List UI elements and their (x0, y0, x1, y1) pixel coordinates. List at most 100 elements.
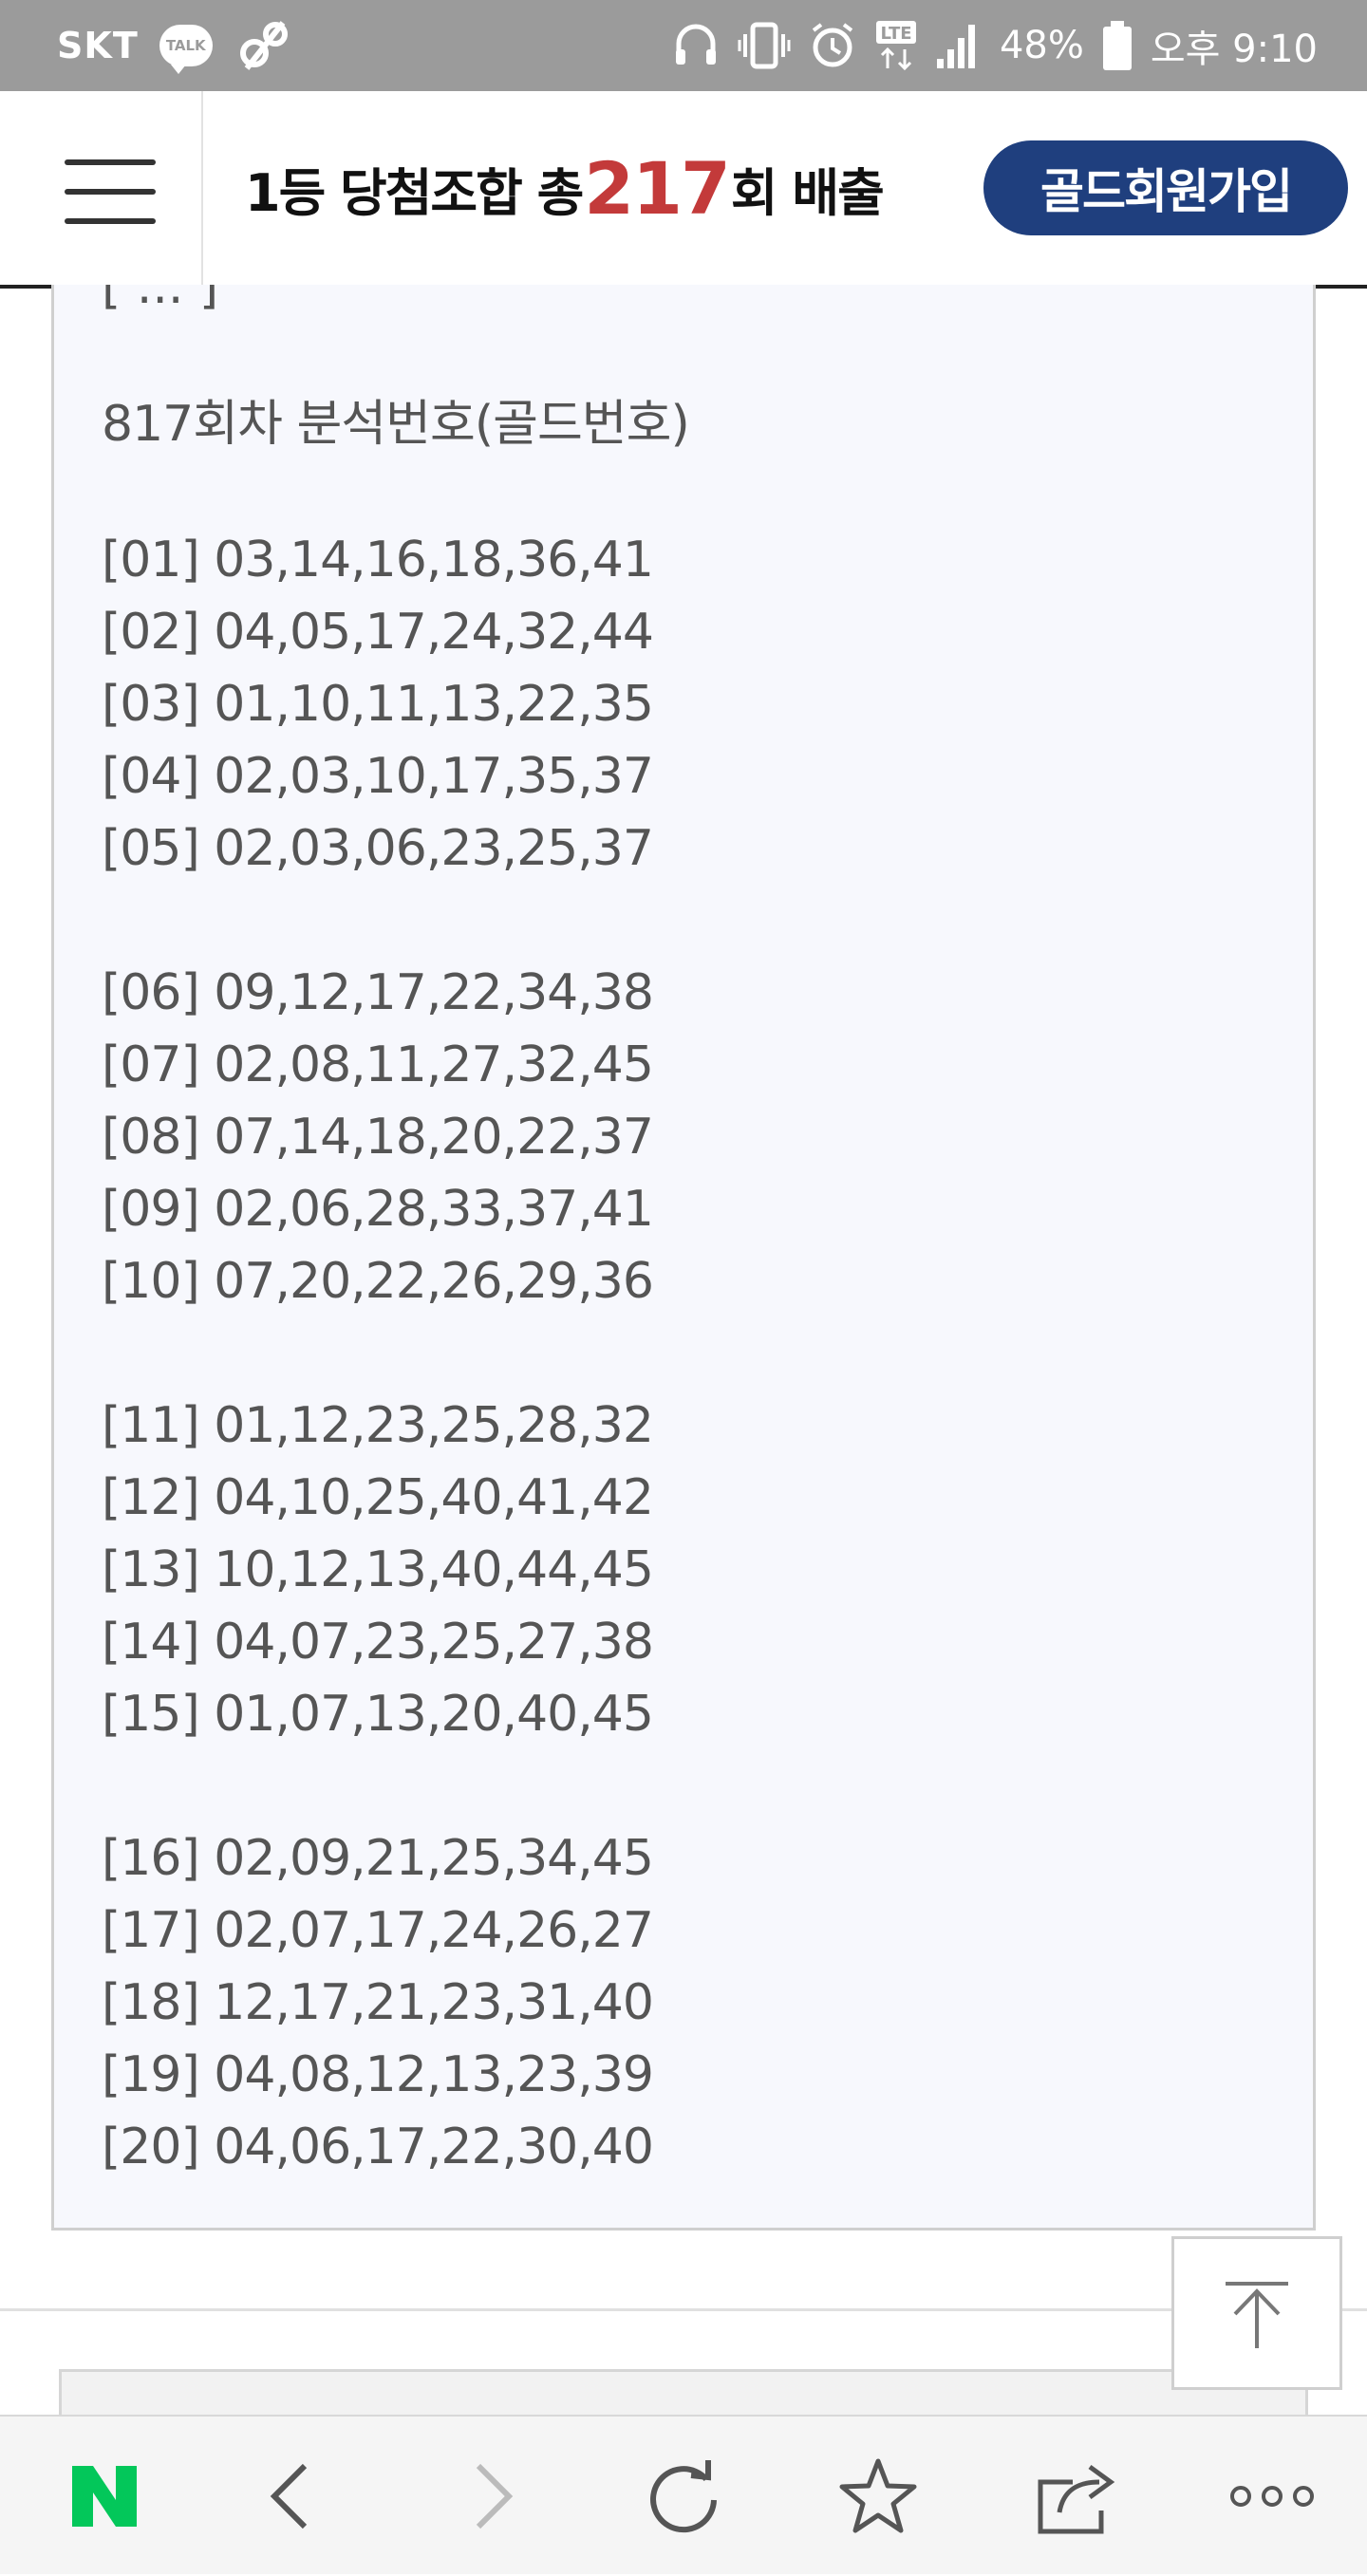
more-icon (1230, 2486, 1314, 2507)
naver-home-icon (72, 2466, 137, 2527)
number-row: [14] 04,07,23,25,27,38 (102, 1606, 654, 1678)
row-numbers: 02,03,06,23,25,37 (214, 820, 654, 877)
row-numbers: 04,06,17,22,30,40 (214, 2119, 654, 2175)
row-label: [13] (102, 1541, 200, 1598)
status-bar: SKT TALK LTE 48% 오후 9:10 (0, 0, 1367, 91)
number-row: [06] 09,12,17,22,34,38 (102, 957, 654, 1029)
title-prefix: 1등 당첨조합 총 (245, 162, 584, 223)
number-row: [11] 01,12,23,25,28,32 (102, 1390, 654, 1462)
row-label: [04] (102, 748, 200, 805)
number-row: [19] 04,08,12,13,23,39 (102, 2039, 654, 2111)
row-label: [09] (102, 1181, 200, 1238)
row-numbers: 04,05,17,24,32,44 (214, 604, 654, 661)
row-numbers: 02,07,17,24,26,27 (214, 1902, 654, 1959)
number-row: [02] 04,05,17,24,32,44 (102, 596, 654, 668)
row-label: [15] (102, 1686, 200, 1743)
battery-icon (1101, 19, 1133, 72)
back-icon (270, 2463, 308, 2529)
hamburger-menu-button[interactable] (65, 159, 156, 224)
row-label: [16] (102, 1830, 200, 1887)
number-row: [10] 07,20,22,26,29,36 (102, 1245, 654, 1317)
number-row: [16] 02,09,21,25,34,45 (102, 1822, 654, 1895)
header-divider (201, 91, 203, 285)
row-label: [07] (102, 1036, 200, 1093)
menu-bar-icon (65, 159, 156, 165)
number-row: [03] 01,10,11,13,22,35 (102, 668, 654, 740)
bookmark-button[interactable] (816, 2417, 940, 2576)
share-icon (1038, 2464, 1115, 2534)
vibrate-icon (738, 21, 791, 70)
clock: 오후 9:10 (1150, 28, 1318, 71)
row-numbers: 01,10,11,13,22,35 (214, 676, 654, 733)
signal-strength-icon (935, 21, 983, 70)
refresh-icon (650, 2460, 717, 2533)
bookmark-star-icon (839, 2458, 917, 2533)
section-divider (0, 2308, 1367, 2311)
kakaotalk-notification-icon: TALK (159, 25, 213, 74)
alarm-icon (808, 21, 857, 70)
forward-icon (476, 2463, 514, 2529)
lte-text: LTE (880, 24, 911, 44)
row-numbers: 02,09,21,25,34,45 (214, 1830, 654, 1887)
number-row: [20] 04,06,17,22,30,40 (102, 2111, 654, 2183)
row-numbers: 01,07,13,20,40,45 (214, 1686, 654, 1743)
number-row: [01] 03,14,16,18,36,41 (102, 524, 654, 596)
row-label: [01] (102, 532, 200, 588)
cut-off-text: [ ... ] (102, 285, 219, 315)
menu-bar-icon (65, 189, 156, 195)
share-button[interactable] (1016, 2417, 1139, 2576)
row-numbers: 04,08,12,13,23,39 (214, 2046, 654, 2103)
lte-icon: LTE (874, 19, 918, 72)
row-numbers: 03,14,16,18,36,41 (214, 532, 654, 588)
row-numbers: 09,12,17,22,34,38 (214, 964, 654, 1021)
row-numbers: 02,03,10,17,35,37 (214, 748, 654, 805)
row-label: [20] (102, 2119, 200, 2175)
mute-notification-icon (234, 15, 294, 76)
row-numbers: 07,20,22,26,29,36 (214, 1253, 654, 1310)
battery-percent: 48% (999, 24, 1084, 67)
gold-member-join-button[interactable]: 골드회원가입 (983, 140, 1348, 235)
row-label: [11] (102, 1397, 200, 1454)
number-row: [18] 12,17,21,23,31,40 (102, 1967, 654, 2039)
scroll-to-top-button[interactable] (1171, 2236, 1342, 2390)
number-group: [16] 02,09,21,25,34,45 [17] 02,07,17,24,2… (102, 1822, 654, 2183)
site-header: 1등 당첨조합 총 217 회 배출 골드회원가입 (0, 91, 1367, 289)
row-label: [17] (102, 1902, 200, 1959)
number-row: [12] 04,10,25,40,41,42 (102, 1462, 654, 1534)
row-numbers: 04,10,25,40,41,42 (214, 1469, 654, 1526)
row-label: [08] (102, 1109, 200, 1166)
number-row: [13] 10,12,13,40,44,45 (102, 1534, 654, 1606)
row-numbers: 02,06,28,33,37,41 (214, 1181, 654, 1238)
row-numbers: 12,17,21,23,31,40 (214, 1974, 654, 2031)
row-label: [02] (102, 604, 200, 661)
row-numbers: 02,08,11,27,32,45 (214, 1036, 654, 1093)
headset-icon (671, 21, 721, 70)
number-row: [04] 02,03,10,17,35,37 (102, 740, 654, 812)
forward-button[interactable] (432, 2417, 555, 2576)
number-row: [07] 02,08,11,27,32,45 (102, 1029, 654, 1101)
status-bar-left: SKT TALK (57, 0, 294, 91)
refresh-button[interactable] (622, 2417, 745, 2576)
number-group: [11] 01,12,23,25,28,32 [12] 04,10,25,40,4… (102, 1390, 654, 1750)
back-button[interactable] (228, 2417, 351, 2576)
naver-home-button[interactable] (38, 2417, 171, 2576)
talk-badge-text: TALK (165, 37, 206, 54)
row-numbers: 10,12,13,40,44,45 (214, 1541, 654, 1598)
row-label: [19] (102, 2046, 200, 2103)
winning-count: 217 (584, 145, 731, 231)
row-label: [05] (102, 820, 200, 877)
number-row: [17] 02,07,17,24,26,27 (102, 1895, 654, 1967)
row-numbers: 04,07,23,25,27,38 (214, 1614, 654, 1671)
scroll-top-icon (1226, 2282, 1288, 2348)
number-group: [01] 03,14,16,18,36,41 [02] 04,05,17,24,3… (102, 524, 654, 885)
number-row: [09] 02,06,28,33,37,41 (102, 1173, 654, 1245)
carrier-label: SKT (57, 25, 139, 66)
status-bar-right: LTE 48% 오후 9:10 (671, 0, 1318, 91)
number-row: [15] 01,07,13,20,40,45 (102, 1678, 654, 1750)
row-label: [14] (102, 1614, 200, 1671)
row-label: [18] (102, 1974, 200, 2031)
menu-bar-icon (65, 218, 156, 224)
number-row: [05] 02,03,06,23,25,37 (102, 812, 654, 885)
row-label: [12] (102, 1469, 200, 1526)
more-button[interactable] (1206, 2417, 1339, 2576)
